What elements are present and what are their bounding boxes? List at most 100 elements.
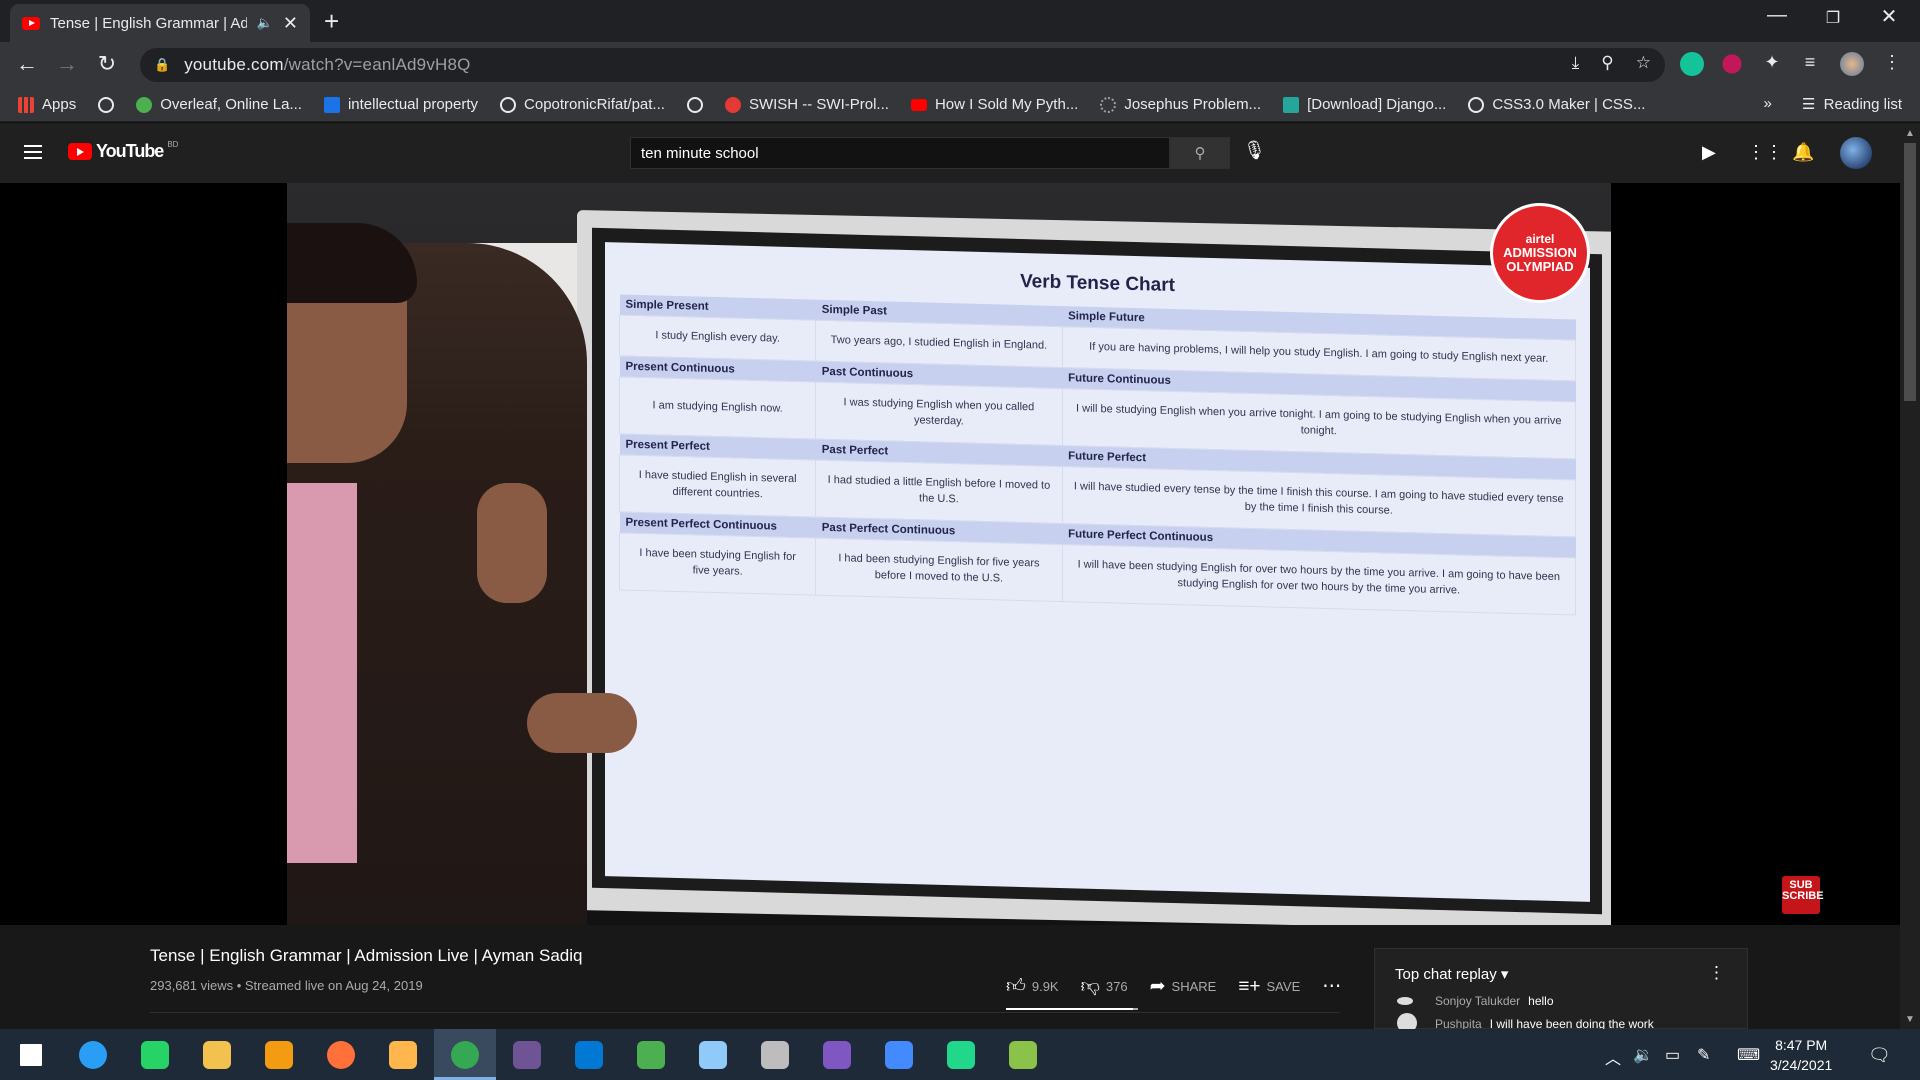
tab-close-icon[interactable]: ✕	[283, 13, 298, 34]
taskbar-firefox-button[interactable]	[310, 1029, 372, 1080]
hamburger-menu-icon[interactable]	[24, 145, 42, 159]
chevron-down-icon: ▾	[1500, 966, 1509, 983]
taskbar-app-green-button[interactable]	[620, 1029, 682, 1080]
more-actions-button[interactable]: ⋯	[1322, 975, 1341, 998]
system-clock[interactable]: 8:47 PM 3/24/2021	[1770, 1035, 1832, 1075]
page-scrollbar[interactable]: ▲ ▼	[1900, 123, 1920, 1029]
puzzle-extensions-icon[interactable]: ✦	[1760, 52, 1784, 76]
bookmark-overleaf[interactable]: Overleaf, Online La...	[136, 96, 302, 113]
presenter-pointing-hand	[527, 693, 637, 753]
bookmark-django[interactable]: [Download] Django...	[1283, 96, 1446, 113]
browser-toolbar: ← → ↻ 🔒 youtube.com/watch?v=eanlAd9vH8Q …	[0, 42, 1920, 88]
taskbar-pycharm-button[interactable]	[930, 1029, 992, 1080]
taskbar-whatsapp-button[interactable]	[124, 1029, 186, 1080]
lock-icon[interactable]: 🔒	[154, 57, 170, 73]
apps-grid-icon[interactable]: ⋮⋮	[1747, 142, 1783, 163]
browser-tab-youtube[interactable]: Tense | English Grammar | Ad 🔈 ✕	[10, 4, 310, 42]
bookmarks-bar: Apps Overleaf, Online La... intellectual…	[0, 88, 1920, 122]
grammarly-extension-icon[interactable]	[1680, 52, 1704, 76]
bookmark-swish[interactable]: SWISH -- SWI-Prol...	[724, 96, 889, 113]
app-green-icon	[637, 1040, 665, 1069]
video-player[interactable]: Verb Tense Chart Simple Present Simple Pa…	[0, 183, 1900, 925]
profile-avatar-icon[interactable]	[1840, 52, 1864, 76]
scroll-up-arrow-icon[interactable]: ▲	[1905, 128, 1915, 139]
chat-menu-icon[interactable]: ⋮	[1708, 963, 1725, 983]
extension-icon[interactable]	[1722, 54, 1742, 74]
bookmark-globe-2[interactable]	[686, 96, 703, 113]
more-bookmarks-button[interactable]: »	[1763, 95, 1771, 113]
taskbar-github-button[interactable]	[496, 1029, 558, 1080]
close-window-button[interactable]: ✕	[1866, 4, 1912, 29]
bookmark-intellectual-property[interactable]: intellectual property	[323, 96, 478, 113]
firefox-icon	[327, 1040, 355, 1069]
live-chat-panel: Top chat replay ▾ ⋮ Sonjoy Talukder hello…	[1374, 948, 1748, 1033]
taskbar-chrome-button[interactable]	[434, 1029, 496, 1080]
bookmark-star-icon[interactable]: ☆	[1636, 53, 1651, 73]
zoom-icon[interactable]: ⚲	[1601, 53, 1613, 73]
chrome-menu-icon[interactable]: ⋮	[1880, 52, 1904, 76]
minimize-button[interactable]: —	[1754, 4, 1800, 27]
volume-icon[interactable]: 🔉	[1633, 1045, 1653, 1065]
messenger-icon	[885, 1040, 913, 1069]
save-button[interactable]: ≡+ SAVE	[1238, 976, 1300, 998]
show-hidden-icons[interactable]: ︿	[1605, 1045, 1621, 1069]
bookmark-css-maker[interactable]: CSS3.0 Maker | CSS...	[1468, 96, 1645, 113]
youtube-logo[interactable]: YouTube BD	[68, 140, 178, 162]
divider	[150, 1012, 1340, 1013]
bookmark-github[interactable]: CopotronicRifat/pat...	[500, 96, 665, 113]
scrollbar-thumb[interactable]	[1904, 143, 1916, 401]
subscribe-watermark[interactable]: SUB SCRIBE	[1782, 876, 1824, 914]
taskbar-vscode-button[interactable]	[558, 1029, 620, 1080]
like-button[interactable]: 👍︎ 9.9K	[1006, 975, 1059, 998]
globe-icon	[686, 96, 703, 113]
dislike-button[interactable]: 👎︎ 376	[1081, 975, 1128, 998]
taskbar-messenger-button[interactable]	[868, 1029, 930, 1080]
action-center-icon[interactable]: 🗨	[1868, 1045, 1891, 1066]
bookmark-apps[interactable]: Apps	[18, 96, 76, 113]
chat-mode-dropdown[interactable]: Top chat replay ▾	[1395, 965, 1508, 983]
account-avatar[interactable]	[1840, 137, 1872, 169]
media-control-icon[interactable]: ≡	[1798, 52, 1822, 76]
install-icon[interactable]: ⤓	[1572, 53, 1580, 73]
search-input[interactable]: ten minute school	[630, 137, 1170, 169]
new-tab-button[interactable]: +	[324, 6, 339, 37]
search-icon	[79, 1040, 107, 1069]
presenter-hand	[477, 483, 547, 603]
taskbar-vpn-button[interactable]	[248, 1029, 310, 1080]
video-actions: 👍︎ 9.9K 👎︎ 376 ➦ SHARE ≡+ SAVE ⋯	[1006, 975, 1341, 998]
scroll-down-arrow-icon[interactable]: ▼	[1905, 1014, 1915, 1025]
bookmark-globe-1[interactable]	[98, 96, 115, 113]
video-frame[interactable]: Verb Tense Chart Simple Present Simple Pa…	[287, 183, 1611, 925]
notifications-bell-icon[interactable]: 🔔	[1792, 142, 1814, 163]
restore-button[interactable]: ❐	[1810, 8, 1856, 28]
windows-taskbar: ︿ 🔉 ▭ ✎ ⌨ 8:47 PM 3/24/2021 🗨	[0, 1029, 1920, 1080]
bookmark-josephus[interactable]: Josephus Problem...	[1100, 96, 1261, 113]
reading-list-button[interactable]: ☰ Reading list	[1802, 95, 1902, 113]
verb-tense-table: Simple Present Simple Past Simple Future I…	[619, 294, 1576, 615]
taskbar-app-blue-button[interactable]	[682, 1029, 744, 1080]
like-ratio-bar	[1006, 1008, 1138, 1010]
forward-button[interactable]: →	[52, 51, 82, 77]
taskbar-file-explorer-button[interactable]	[186, 1029, 248, 1080]
share-button[interactable]: ➦ SHARE	[1150, 975, 1217, 998]
taskbar-visual-studio-button[interactable]	[806, 1029, 868, 1080]
url-text: youtube.com/watch?v=eanlAd9vH8Q	[184, 55, 471, 74]
pen-icon[interactable]: ✎	[1697, 1045, 1710, 1065]
taskbar-windows-button[interactable]	[0, 1029, 62, 1080]
taskbar-search-button[interactable]	[62, 1029, 124, 1080]
app-satellite-icon	[761, 1040, 789, 1069]
bookmark-youtube-python[interactable]: How I Sold My Pyth...	[910, 96, 1078, 113]
network-icon[interactable]: ▭	[1665, 1045, 1680, 1065]
search-button[interactable]: ⚲	[1170, 137, 1230, 169]
speaker-muted-icon[interactable]: 🔈	[257, 15, 273, 31]
taskbar-app-satellite-button[interactable]	[744, 1029, 806, 1080]
microphone-icon[interactable]: 🎙	[1243, 140, 1266, 161]
taskbar-app-editor-button[interactable]	[992, 1029, 1054, 1080]
reload-button[interactable]: ↻	[92, 51, 122, 77]
keyboard-icon[interactable]: ⌨	[1737, 1045, 1760, 1065]
taskbar-app-orange-button[interactable]	[372, 1029, 434, 1080]
globe-icon	[98, 96, 115, 113]
address-bar[interactable]: 🔒 youtube.com/watch?v=eanlAd9vH8Q ⤓ ⚲ ☆	[140, 48, 1665, 82]
back-button[interactable]: ←	[12, 51, 42, 77]
create-video-icon[interactable]: ▶︎	[1702, 142, 1716, 163]
